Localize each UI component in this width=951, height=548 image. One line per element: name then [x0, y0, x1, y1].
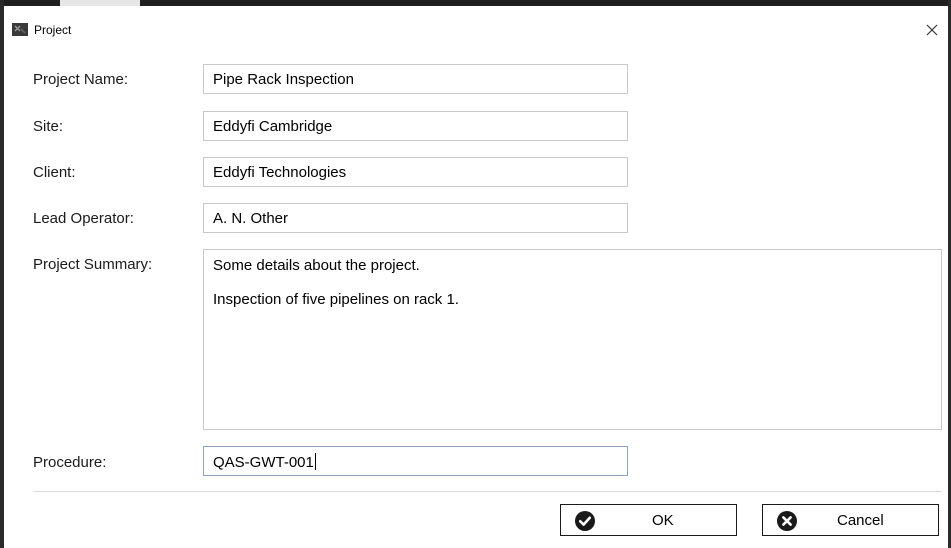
site-input[interactable]: Eddyfi Cambridge [203, 111, 628, 141]
close-icon[interactable] [922, 20, 942, 40]
ok-button-label: OK [652, 512, 674, 529]
client-label: Client: [33, 164, 76, 181]
procedure-value: QAS-GWT-001 [213, 454, 314, 471]
x-circle-icon [777, 511, 797, 531]
project-name-value: Pipe Rack Inspection [213, 71, 354, 88]
lead-operator-label: Lead Operator: [33, 210, 134, 227]
title-bar[interactable]: Project [4, 6, 948, 50]
lead-operator-input[interactable]: A. N. Other [203, 203, 628, 233]
cancel-button-label: Cancel [837, 512, 884, 529]
project-dialog: Project Project Name: Pipe Rack Inspecti… [0, 0, 951, 548]
cancel-button[interactable]: Cancel [762, 504, 939, 536]
footer-divider [33, 491, 942, 492]
project-summary-line: Inspection of five pipelines on rack 1. [213, 291, 459, 308]
client-input[interactable]: Eddyfi Technologies [203, 157, 628, 187]
project-name-input[interactable]: Pipe Rack Inspection [203, 64, 628, 94]
site-value: Eddyfi Cambridge [213, 118, 333, 135]
checkmark-circle-icon [575, 511, 595, 531]
project-name-label: Project Name: [33, 71, 129, 88]
ok-button[interactable]: OK [560, 504, 737, 536]
client-value: Eddyfi Technologies [213, 164, 347, 181]
project-summary-label: Project Summary: [33, 256, 153, 273]
window-edge-left [0, 0, 4, 548]
lead-operator-value: A. N. Other [213, 210, 289, 227]
procedure-input[interactable]: QAS-GWT-001 [203, 446, 628, 476]
site-label: Site: [33, 118, 64, 135]
window-title: Project [34, 23, 72, 37]
app-logo-icon [12, 23, 28, 36]
text-caret [314, 453, 316, 470]
project-summary-line: Some details about the project. [213, 257, 420, 274]
project-summary-textarea[interactable]: Some details about the project. Inspecti… [203, 249, 942, 430]
procedure-label: Procedure: [33, 454, 107, 471]
